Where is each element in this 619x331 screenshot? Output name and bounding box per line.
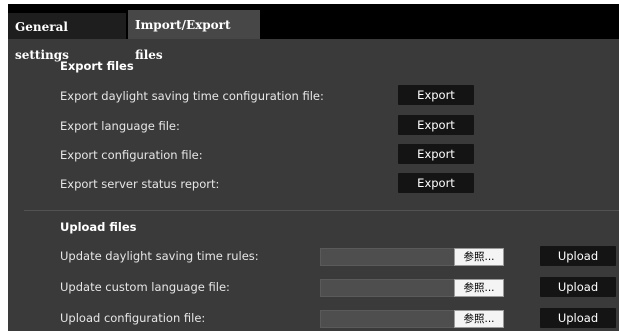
upload-configuration-label: Upload configuration file: xyxy=(60,311,206,325)
language-file-field[interactable] xyxy=(320,279,456,297)
export-configuration-label: Export configuration file: xyxy=(60,148,203,162)
configuration-upload-button[interactable]: Upload xyxy=(540,308,616,328)
settings-panel: General settings Import/Export files Exp… xyxy=(8,4,619,331)
dst-upload-button[interactable]: Upload xyxy=(540,246,616,266)
export-configuration-button[interactable]: Export xyxy=(398,144,474,164)
upload-files-heading: Upload files xyxy=(60,220,137,234)
language-browse-button[interactable]: 参照... xyxy=(454,279,504,297)
export-dst-label: Export daylight saving time configuratio… xyxy=(60,89,324,103)
dst-browse-button[interactable]: 参照... xyxy=(454,248,504,266)
tab-general-settings[interactable]: General settings xyxy=(8,13,126,62)
tab-import-export-files[interactable]: Import/Export files xyxy=(128,10,260,62)
export-files-heading: Export files xyxy=(60,59,134,73)
export-status-report-label: Export server status report: xyxy=(60,177,220,191)
tab-bar: General settings Import/Export files xyxy=(8,4,619,62)
configuration-browse-button[interactable]: 参照... xyxy=(454,310,504,328)
update-dst-label: Update daylight saving time rules: xyxy=(60,249,259,263)
export-dst-button[interactable]: Export xyxy=(398,85,474,105)
export-language-button[interactable]: Export xyxy=(398,115,474,135)
export-language-label: Export language file: xyxy=(60,119,180,133)
update-language-label: Update custom language file: xyxy=(60,280,230,294)
export-status-report-button[interactable]: Export xyxy=(398,173,474,193)
language-upload-button[interactable]: Upload xyxy=(540,277,616,297)
configuration-file-field[interactable] xyxy=(320,310,456,328)
dst-file-field[interactable] xyxy=(320,248,456,266)
section-divider xyxy=(24,210,619,211)
